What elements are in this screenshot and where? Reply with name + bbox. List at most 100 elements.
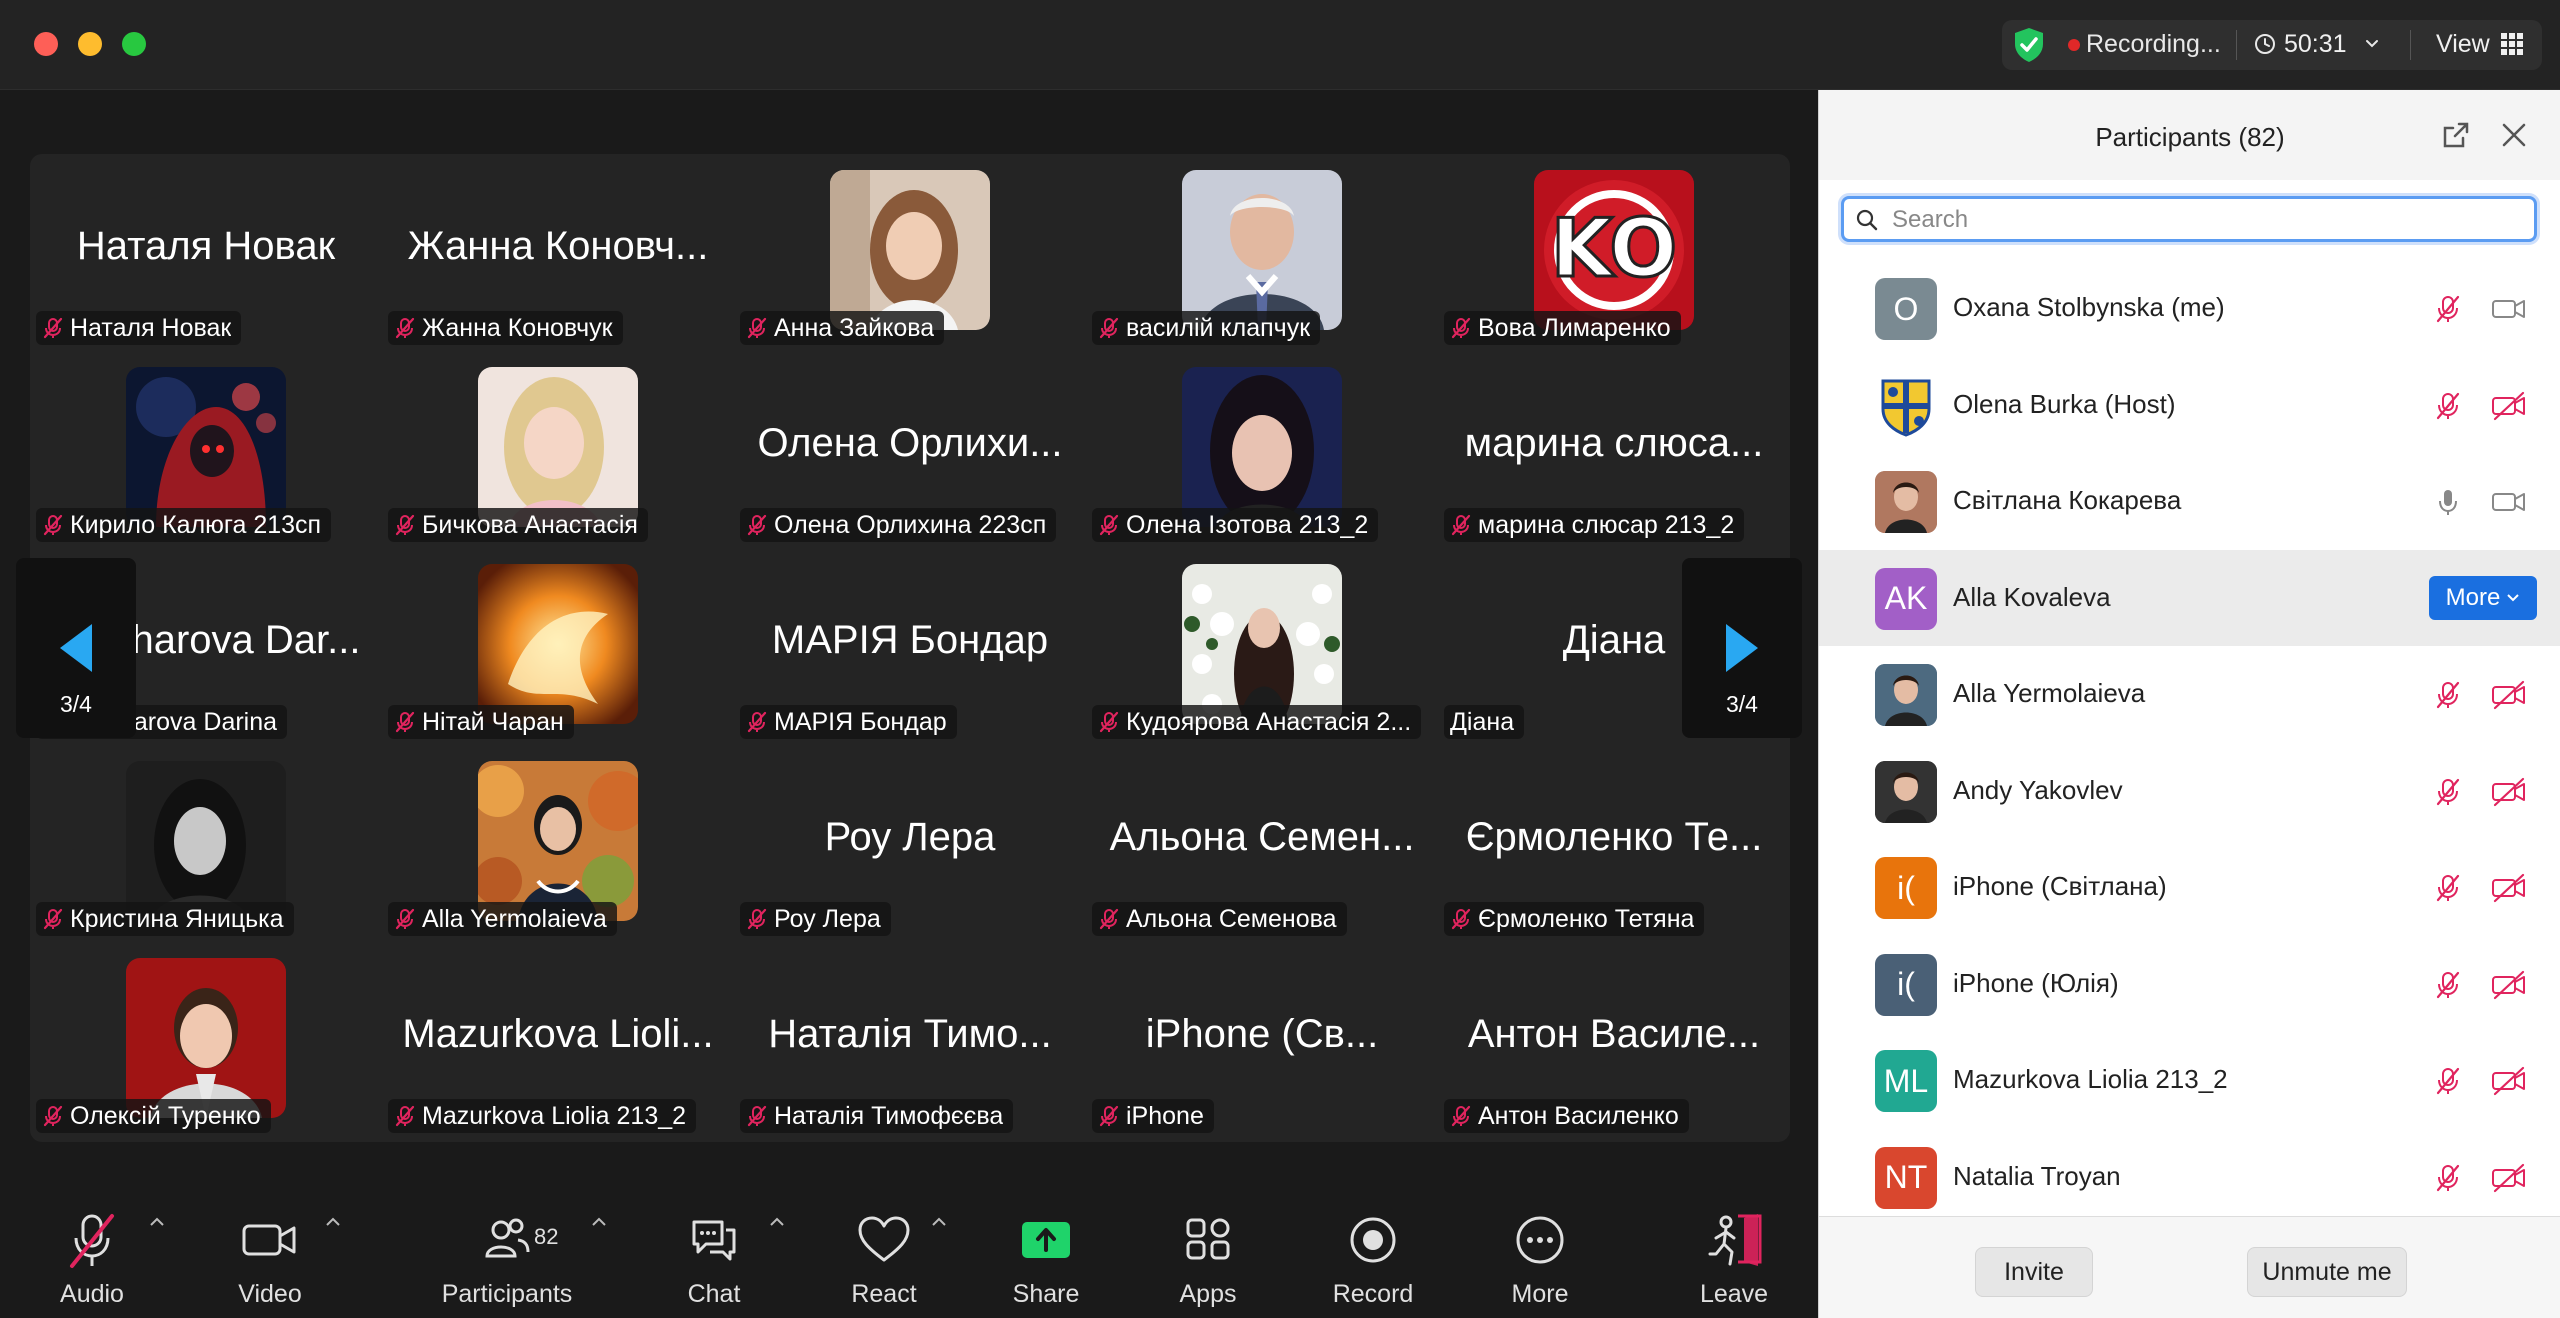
participant-name: Єрмоленко Тетяна: [1478, 904, 1695, 933]
video-tile[interactable]: Жанна Коновч... Жанна Коновчук: [382, 154, 734, 351]
participant-more-button[interactable]: More: [2429, 575, 2537, 620]
participant-avatar: NT: [1875, 1146, 1937, 1209]
microphone-muted-icon[interactable]: [2433, 680, 2463, 710]
meeting-timer[interactable]: 50:31: [2284, 30, 2347, 59]
video-tile[interactable]: Кристина Яницька: [30, 745, 382, 942]
participants-button[interactable]: 82 Participants: [424, 1180, 590, 1318]
unmute-me-button[interactable]: Unmute me: [2247, 1247, 2407, 1297]
participant-row[interactable]: Andy Yakovlev: [1819, 743, 2560, 839]
close-window-button[interactable]: [34, 32, 58, 56]
participant-name: iPhone (Юлія): [1953, 967, 2119, 998]
microphone-muted-icon[interactable]: [2433, 970, 2463, 1000]
participant-name: Кудоярова Анастасія 2...: [1126, 707, 1412, 736]
participant-name: Вова Лимаренко: [1478, 313, 1671, 342]
video-tile[interactable]: Mazurkova Lioli... Mazurkova Liolia 213_2: [382, 942, 734, 1139]
chevron-up-icon[interactable]: [590, 1216, 608, 1228]
title-bar: Recording... 50:31 View: [0, 0, 2560, 90]
clock-icon: [2255, 34, 2275, 54]
recording-status[interactable]: Recording...: [2086, 30, 2221, 59]
participant-row[interactable]: AK Alla Kovaleva More: [1819, 549, 2560, 646]
video-tile[interactable]: Анна Зайкова: [734, 154, 1086, 351]
video-tile[interactable]: iPhone (Св... iPhone: [1086, 942, 1438, 1139]
video-tile[interactable]: марина слюса... марина слюсар 213_2: [1438, 351, 1790, 548]
video-camera-off-icon[interactable]: [2491, 970, 2527, 1000]
video-tile[interactable]: Нітай Чаран: [382, 548, 734, 745]
video-tile[interactable]: василій клапчук: [1086, 154, 1438, 351]
participant-name: Alla Yermolaieva: [422, 904, 607, 933]
video-camera-off-icon[interactable]: [2491, 873, 2527, 903]
microphone-muted-icon[interactable]: [2433, 1163, 2463, 1193]
video-button[interactable]: Video: [218, 1180, 322, 1318]
chevron-up-icon[interactable]: [324, 1216, 342, 1228]
participant-row[interactable]: Olena Burka (Host): [1819, 357, 2560, 453]
video-tile[interactable]: Олена Ізотова 213_2: [1086, 351, 1438, 548]
chevron-up-icon[interactable]: [930, 1216, 948, 1228]
video-camera-icon[interactable]: [2491, 487, 2527, 517]
video-camera-off-icon[interactable]: [2491, 1066, 2527, 1096]
microphone-icon[interactable]: [2433, 487, 2463, 517]
microphone-muted-icon[interactable]: [2433, 777, 2463, 807]
video-camera-off-icon[interactable]: [2491, 680, 2527, 710]
participant-name: Нітай Чаран: [422, 707, 564, 736]
video-tile[interactable]: Наталія Тимо... Наталія Тимофєєва: [734, 942, 1086, 1139]
video-tile[interactable]: Олексій Туренко: [30, 942, 382, 1139]
microphone-muted-icon[interactable]: [2433, 391, 2463, 421]
participant-row[interactable]: NT Natalia Troyan: [1819, 1129, 2560, 1211]
view-button[interactable]: View: [2436, 30, 2490, 59]
microphone-muted-icon[interactable]: [2433, 294, 2463, 324]
react-button[interactable]: React: [832, 1180, 936, 1318]
video-camera-off-icon[interactable]: [2491, 777, 2527, 807]
search-box[interactable]: [1841, 196, 2537, 242]
participant-row[interactable]: O Oxana Stolbynska (me): [1819, 260, 2560, 356]
search-icon: [1856, 209, 1878, 231]
shield-icon[interactable]: [2012, 26, 2046, 64]
pop-out-icon[interactable]: [2441, 120, 2471, 150]
video-tile[interactable]: Альона Семен... Альона Семенова: [1086, 745, 1438, 942]
next-page-button[interactable]: 3/4: [1682, 558, 1802, 738]
participant-photo: [126, 958, 286, 1118]
search-input[interactable]: [1892, 203, 2522, 237]
video-tile[interactable]: Антон Василе... Антон Василенко: [1438, 942, 1790, 1139]
video-tile[interactable]: Кудоярова Анастасія 2...: [1086, 548, 1438, 745]
video-tile[interactable]: Олена Орлихи... Олена Орлихина 223сп: [734, 351, 1086, 548]
video-tile[interactable]: Роу Лера Роу Лера: [734, 745, 1086, 942]
grid-view-icon[interactable]: [2500, 32, 2524, 56]
close-icon[interactable]: [2499, 120, 2529, 150]
participant-row[interactable]: ML Mazurkova Liolia 213_2: [1819, 1032, 2560, 1128]
video-camera-off-icon[interactable]: [2491, 1163, 2527, 1193]
participant-photo: [126, 367, 286, 527]
video-tile[interactable]: Кирило Калюга 213сп: [30, 351, 382, 548]
apps-button[interactable]: Apps: [1156, 1180, 1260, 1318]
participant-avatar: i(: [1875, 953, 1937, 1016]
audio-label: Audio: [60, 1280, 124, 1308]
video-tile[interactable]: Єрмоленко Те... Єрмоленко Тетяна: [1438, 745, 1790, 942]
video-tile[interactable]: Бичкова Анастасія: [382, 351, 734, 548]
chevron-up-icon[interactable]: [148, 1216, 166, 1228]
more-button[interactable]: More: [1488, 1180, 1592, 1318]
zoom-window-button[interactable]: [122, 32, 146, 56]
microphone-muted-icon[interactable]: [2433, 1066, 2463, 1096]
share-screen-icon: [1022, 1222, 1070, 1258]
video-tile[interactable]: Alla Yermolaieva: [382, 745, 734, 942]
chat-button[interactable]: Chat: [662, 1180, 766, 1318]
participant-row[interactable]: i( iPhone (Юлія): [1819, 936, 2560, 1032]
leave-button[interactable]: Leave: [1682, 1180, 1786, 1318]
share-screen-button[interactable]: Share: [994, 1180, 1098, 1318]
participant-row[interactable]: Alla Yermolaieva: [1819, 646, 2560, 742]
previous-page-button[interactable]: 3/4: [16, 558, 136, 738]
record-button[interactable]: Record: [1320, 1180, 1426, 1318]
video-camera-off-icon[interactable]: [2491, 391, 2527, 421]
video-camera-icon[interactable]: [2491, 294, 2527, 324]
minimize-window-button[interactable]: [78, 32, 102, 56]
chevron-up-icon[interactable]: [768, 1216, 786, 1228]
audio-button[interactable]: Audio: [40, 1180, 144, 1318]
react-label: React: [851, 1280, 917, 1308]
chevron-down-icon[interactable]: [2364, 38, 2380, 50]
participant-row[interactable]: Світлана Кокарева: [1819, 453, 2560, 549]
video-tile[interactable]: KO Вова Лимаренко: [1438, 154, 1790, 351]
invite-button[interactable]: Invite: [1975, 1247, 2093, 1297]
video-tile[interactable]: МАРІЯ Бондар МАРІЯ Бондар: [734, 548, 1086, 745]
microphone-muted-icon[interactable]: [2433, 873, 2463, 903]
participant-row[interactable]: i(iPhone (Світлана): [1819, 839, 2560, 935]
video-tile[interactable]: Наталя Новак Наталя Новак: [30, 154, 382, 351]
